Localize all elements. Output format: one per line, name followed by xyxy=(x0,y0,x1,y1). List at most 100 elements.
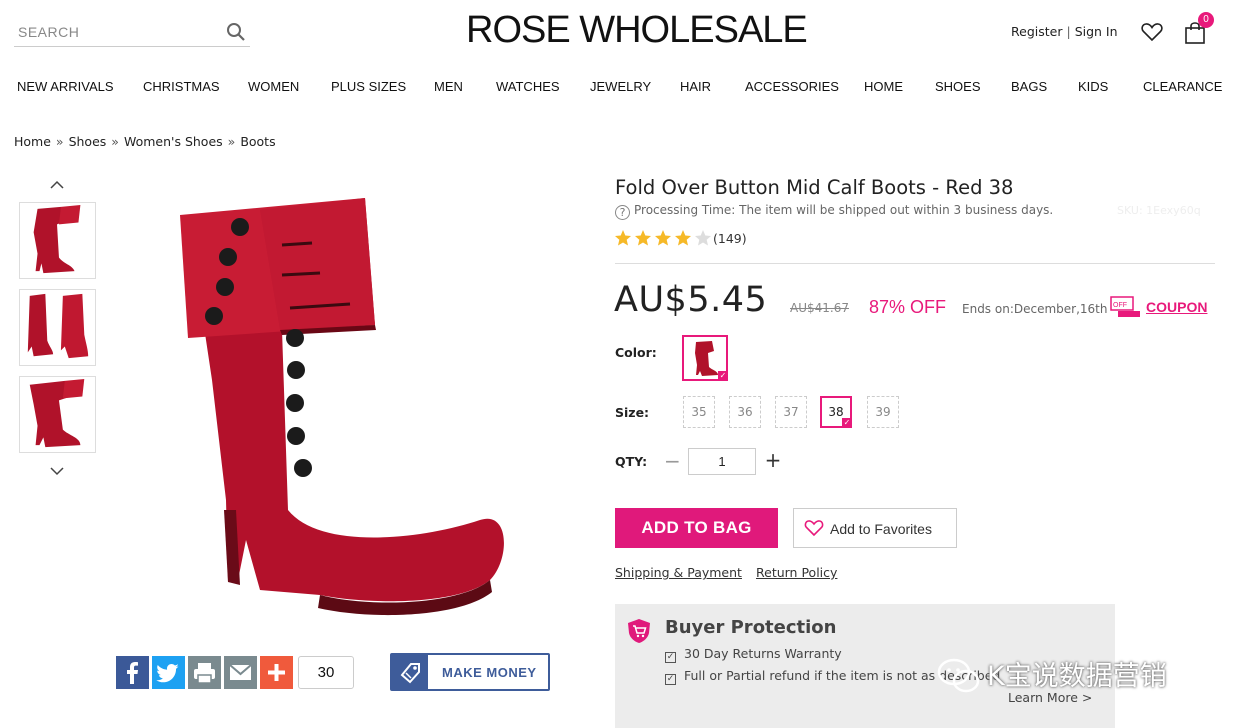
auth-separator: | xyxy=(1066,24,1071,39)
breadcrumb-shoes[interactable]: Shoes xyxy=(69,134,107,149)
tag-icon xyxy=(392,655,428,689)
qty-label: QTY: xyxy=(615,454,648,469)
size-option-39[interactable]: 39 xyxy=(867,396,899,428)
color-label: Color: xyxy=(615,345,657,360)
svg-text:OFF: OFF xyxy=(1113,302,1127,309)
add-to-favorites-button[interactable]: Add to Favorites xyxy=(793,508,957,548)
heart-icon xyxy=(804,520,824,537)
breadcrumb-home[interactable]: Home xyxy=(14,134,51,149)
make-money-button[interactable]: MAKE MONEY xyxy=(390,653,550,691)
search-input[interactable] xyxy=(18,21,218,43)
nav-men[interactable]: MEN xyxy=(434,79,463,94)
buyer-protection-title: Buyer Protection xyxy=(665,617,837,638)
nav-jewelry[interactable]: JEWELRY xyxy=(590,79,651,94)
main-nav: NEW ARRIVALS CHRISTMAS WOMEN PLUS SIZES … xyxy=(0,79,1240,99)
nav-clearance[interactable]: CLEARANCE xyxy=(1143,79,1222,94)
star-filled-icon xyxy=(655,230,671,246)
coupon-link[interactable]: COUPON xyxy=(1146,299,1207,315)
nav-new-arrivals[interactable]: NEW ARRIVALS xyxy=(17,79,114,94)
boot-thumbnail-image xyxy=(29,378,85,448)
sign-in-link[interactable]: Sign In xyxy=(1075,24,1118,39)
twitter-share-button[interactable] xyxy=(152,656,185,689)
nav-kids[interactable]: KIDS xyxy=(1078,79,1108,94)
nav-home[interactable]: HOME xyxy=(864,79,903,94)
size-option-35[interactable]: 35 xyxy=(683,396,715,428)
color-swatch-red[interactable]: ✓ xyxy=(682,335,728,381)
nav-plus-sizes[interactable]: PLUS SIZES xyxy=(331,79,406,94)
product-main-image xyxy=(180,198,504,616)
sale-end-date: Ends on:December,16th xyxy=(962,302,1108,316)
watermark: K宝说数据营销 xyxy=(932,650,1212,700)
nav-accessories[interactable]: ACCESSORIES xyxy=(745,79,839,94)
rating-stars xyxy=(614,229,714,247)
qty-input[interactable] xyxy=(688,448,756,475)
facebook-share-button[interactable] xyxy=(116,656,149,689)
watermark-text: K宝说数据营销 xyxy=(987,661,1167,692)
add-to-bag-button[interactable]: ADD TO BAG xyxy=(615,508,778,548)
wechat-icon xyxy=(937,658,980,693)
wishlist-heart-icon[interactable] xyxy=(1141,22,1163,42)
site-logo[interactable]: ROSE WHOLESALE xyxy=(466,9,808,52)
breadcrumb-separator: » xyxy=(111,134,119,149)
chevron-up-icon[interactable] xyxy=(48,178,66,192)
bag-count-badge: 0 xyxy=(1198,12,1214,28)
search-bar xyxy=(14,16,250,47)
printer-icon xyxy=(194,663,215,684)
print-share-button[interactable] xyxy=(188,656,221,689)
nav-hair[interactable]: HAIR xyxy=(680,79,711,94)
star-filled-icon xyxy=(615,230,631,246)
qty-increment-button[interactable]: + xyxy=(764,449,782,471)
chevron-down-icon[interactable] xyxy=(48,464,66,478)
nav-bags[interactable]: BAGS xyxy=(1011,79,1047,94)
breadcrumb-womens-shoes[interactable]: Women's Shoes xyxy=(124,134,223,149)
protection-item-text: 30 Day Returns Warranty xyxy=(684,646,842,661)
thumbnail-1[interactable] xyxy=(19,202,96,279)
qty-decrement-button[interactable]: − xyxy=(664,451,681,471)
plus-icon xyxy=(268,664,285,681)
register-link[interactable]: Register xyxy=(1011,24,1062,39)
selected-check-icon: ✓ xyxy=(842,418,852,428)
nav-watches[interactable]: WATCHES xyxy=(496,79,560,94)
breadcrumb-boots[interactable]: Boots xyxy=(240,134,275,149)
thumbnail-3[interactable] xyxy=(19,376,96,453)
current-price: AU$5.45 xyxy=(614,280,768,320)
account-links: Register | Sign In xyxy=(1011,24,1118,39)
breadcrumb-separator: » xyxy=(55,134,64,149)
discount-percent: 87% OFF xyxy=(869,297,947,317)
star-filled-icon xyxy=(635,230,651,246)
more-share-button[interactable] xyxy=(260,656,293,689)
question-icon[interactable]: ? xyxy=(615,205,630,220)
share-count: 30 xyxy=(298,656,354,689)
breadcrumb-separator: » xyxy=(227,134,236,149)
sku-label: SKU: 1Eexy60q xyxy=(1117,204,1201,217)
facebook-icon xyxy=(127,662,138,684)
processing-text: Processing Time: The item will be shippe… xyxy=(634,203,1054,217)
nav-christmas[interactable]: CHRISTMAS xyxy=(143,79,220,94)
product-title: Fold Over Button Mid Calf Boots - Red 38 xyxy=(615,176,1014,199)
email-share-button[interactable] xyxy=(224,656,257,689)
size-option-37[interactable]: 37 xyxy=(775,396,807,428)
review-count[interactable]: (149) xyxy=(713,231,747,246)
star-filled-icon xyxy=(675,230,691,246)
checkbox-icon: ✓ xyxy=(665,674,676,685)
add-to-favorites-label: Add to Favorites xyxy=(830,521,932,537)
make-money-label: MAKE MONEY xyxy=(442,665,537,680)
shipping-payment-link[interactable]: Shipping & Payment xyxy=(615,565,742,580)
boot-thumbnail-image xyxy=(33,204,81,274)
search-icon[interactable] xyxy=(226,22,246,42)
breadcrumb: Home » Shoes » Women's Shoes » Boots xyxy=(14,134,276,149)
coupon-ticket-icon: OFF xyxy=(1110,296,1140,317)
thumbnail-2[interactable] xyxy=(19,289,96,366)
divider xyxy=(615,263,1215,264)
nav-shoes[interactable]: SHOES xyxy=(935,79,981,94)
processing-time: ? Processing Time: The item will be shipp… xyxy=(615,203,1053,220)
star-empty-icon xyxy=(695,230,711,246)
size-option-38[interactable]: 38 ✓ xyxy=(820,396,852,428)
size-option-label: 38 xyxy=(828,405,844,419)
size-option-36[interactable]: 36 xyxy=(729,396,761,428)
return-policy-link[interactable]: Return Policy xyxy=(756,565,837,580)
nav-women[interactable]: WOMEN xyxy=(248,79,299,94)
original-price: AU$41.67 xyxy=(790,301,849,315)
boot-thumbnail-image xyxy=(27,293,89,359)
checkbox-icon: ✓ xyxy=(665,652,676,663)
